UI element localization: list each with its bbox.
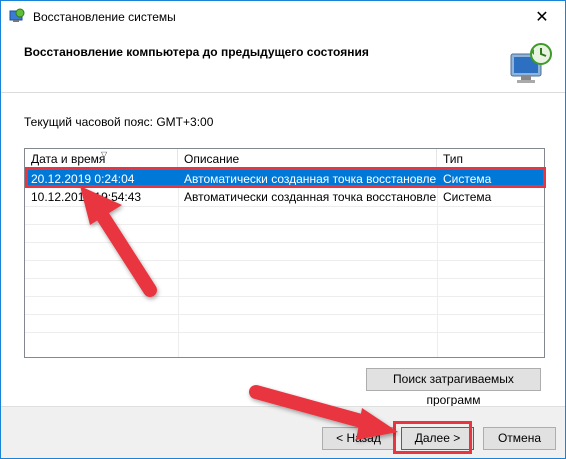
system-restore-window: Восстановление системы ✕ Восстановление … xyxy=(0,0,566,459)
cell-type: Система xyxy=(443,172,492,186)
grid-line xyxy=(25,332,544,333)
grid-line xyxy=(25,278,544,279)
timezone-label: Текущий часовой пояс: GMT+3:00 xyxy=(24,115,214,129)
table-row[interactable]: 20.12.2019 0:24:04 Автоматически созданн… xyxy=(25,170,544,188)
grid-line xyxy=(25,242,544,243)
grid-line xyxy=(25,206,544,207)
page-title: Восстановление компьютера до предыдущего… xyxy=(24,45,369,59)
scan-affected-programs-button[interactable]: Поиск затрагиваемых программ xyxy=(366,368,541,407)
system-restore-monitor-icon xyxy=(510,43,552,83)
column-header-description-label: Описание xyxy=(184,152,240,166)
column-header-type[interactable]: Тип xyxy=(437,149,544,169)
close-button[interactable]: ✕ xyxy=(519,1,565,32)
title-bar[interactable]: Восстановление системы ✕ xyxy=(1,1,565,32)
cancel-button[interactable]: Отмена xyxy=(483,427,556,450)
column-header-description[interactable]: Описание xyxy=(178,149,437,169)
list-header: Дата и время ▽ Описание Тип xyxy=(25,149,544,170)
window-title: Восстановление системы xyxy=(33,10,176,24)
system-restore-icon xyxy=(9,8,25,22)
grid-line xyxy=(25,314,544,315)
grid-line xyxy=(25,296,544,297)
cell-description: Автоматически созданная точка восстановл… xyxy=(184,172,437,186)
wizard-header: Восстановление компьютера до предыдущего… xyxy=(1,32,565,92)
column-header-date[interactable]: Дата и время ▽ xyxy=(25,149,178,169)
back-button[interactable]: < Назад xyxy=(322,427,395,450)
highlight-box-next-button xyxy=(393,421,472,454)
wizard-footer xyxy=(1,406,565,458)
close-icon: ✕ xyxy=(535,8,549,26)
cell-date: 10.12.2019 19:54:43 xyxy=(31,190,142,204)
sort-down-icon: ▽ xyxy=(101,150,108,159)
column-header-date-label: Дата и время xyxy=(31,152,106,166)
cell-type: Система xyxy=(443,190,492,204)
grid-line xyxy=(25,260,544,261)
cell-date: 20.12.2019 0:24:04 xyxy=(31,172,135,186)
grid-line xyxy=(25,224,544,225)
wizard-body: Текущий часовой пояс: GMT+3:00 Дата и вр… xyxy=(1,92,565,407)
column-header-type-label: Тип xyxy=(443,152,464,166)
cell-description: Автоматически созданная точка восстановл… xyxy=(184,190,437,204)
table-row[interactable]: 10.12.2019 19:54:43 Автоматически создан… xyxy=(25,188,544,206)
restore-points-list[interactable]: Дата и время ▽ Описание Тип 20.12.2019 0… xyxy=(24,148,545,358)
